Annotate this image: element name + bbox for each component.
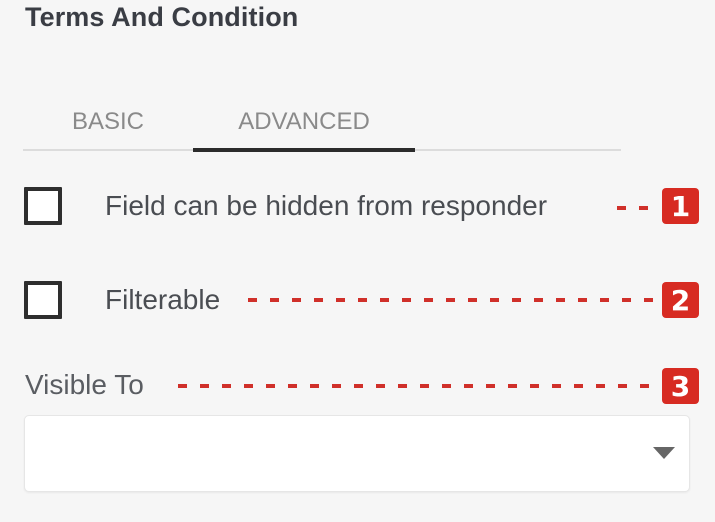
- tab-basic[interactable]: BASIC: [23, 95, 193, 149]
- tab-bar: BASIC ADVANCED: [23, 95, 621, 152]
- annotation-badge-1: 1: [662, 188, 699, 224]
- annotation-leader-1: [617, 206, 659, 210]
- tab-advanced[interactable]: ADVANCED: [193, 95, 415, 152]
- dropdown-arrow-icon: [653, 447, 675, 459]
- panel-title: Terms And Condition: [25, 2, 299, 32]
- annotation-badge-3: 3: [662, 368, 699, 404]
- annotation-badge-2: 2: [662, 282, 699, 318]
- hidden-from-responder-checkbox[interactable]: [24, 187, 62, 225]
- hidden-from-responder-option[interactable]: Field can be hidden from responder: [24, 187, 547, 225]
- visible-to-select[interactable]: [24, 415, 690, 492]
- visible-to-label: Visible To: [25, 369, 144, 400]
- filterable-option[interactable]: Filterable: [24, 281, 220, 319]
- annotation-leader-2: [248, 298, 660, 302]
- filterable-checkbox[interactable]: [24, 281, 62, 319]
- filterable-label: Filterable: [105, 284, 221, 315]
- hidden-from-responder-label: Field can be hidden from responder: [105, 190, 548, 221]
- annotation-leader-3: [178, 384, 662, 388]
